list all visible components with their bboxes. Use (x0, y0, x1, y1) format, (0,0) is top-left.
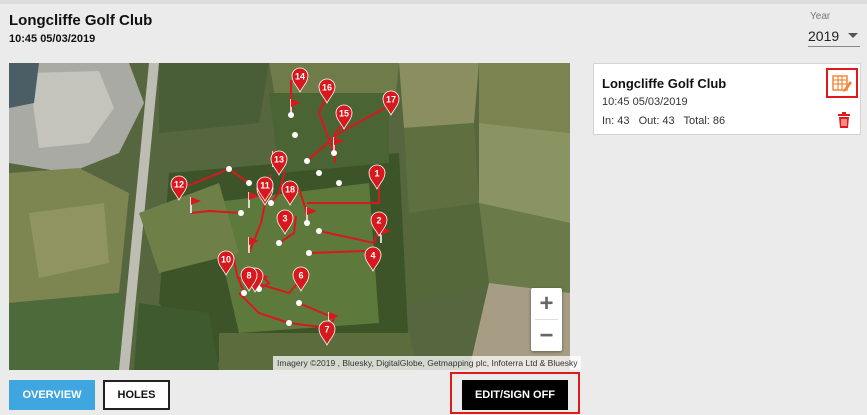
year-select[interactable]: 2019 (808, 25, 860, 47)
hole-number-label: 8 (246, 271, 251, 281)
hole-number-label: 6 (298, 271, 303, 281)
card-scores: In: 43 Out: 43 Total: 86 (602, 115, 731, 127)
top-bar (0, 0, 867, 4)
score-total: Total: 86 (683, 115, 726, 127)
score-in: In: 43 (602, 115, 630, 127)
zoom-out-button[interactable]: − (531, 320, 562, 351)
hole-number-label: 12 (174, 180, 184, 190)
hole-number-label: 13 (274, 155, 284, 165)
satellite-imagery: 123456789101112131415161718 (9, 63, 570, 370)
score-out: Out: 43 (638, 115, 675, 127)
hole-number-label: 15 (339, 109, 349, 119)
edit-scorecard-icon (832, 75, 852, 92)
zoom-in-button[interactable]: + (531, 288, 562, 319)
year-label: Year (810, 11, 831, 22)
hole-number-label: 2 (376, 216, 381, 226)
hole-number-label: 1 (374, 169, 379, 179)
hole-number-label: 10 (221, 255, 231, 265)
zoom-control: + − (531, 288, 562, 351)
edit-sign-off-button[interactable]: EDIT/SIGN OFF (462, 380, 568, 410)
hole-number-label: 3 (282, 214, 287, 224)
hole-number-label: 17 (386, 95, 396, 105)
map-attribution: Imagery ©2019 , Bluesky, DigitalGlobe, G… (273, 356, 582, 370)
year-value: 2019 (808, 27, 840, 44)
round-card: Longcliffe Golf Club 10:45 05/03/2019 In… (593, 63, 861, 135)
hole-number-label: 16 (322, 83, 332, 93)
hole-number-label: 4 (370, 251, 375, 261)
holes-button[interactable]: HOLES (103, 380, 170, 410)
caret-down-icon (848, 33, 858, 38)
edit-scorecard-button[interactable] (826, 68, 858, 98)
hole-number-label: 7 (324, 325, 329, 335)
course-map[interactable]: 123456789101112131415161718 + − (9, 63, 570, 370)
page-title: Longcliffe Golf Club (9, 12, 153, 29)
trash-icon[interactable] (837, 112, 851, 128)
hole-number-label: 11 (260, 181, 270, 191)
hole-number-label: 14 (295, 72, 305, 82)
card-title: Longcliffe Golf Club (602, 76, 727, 91)
card-datetime: 10:45 05/03/2019 (602, 96, 688, 108)
hole-number-label: 18 (285, 185, 295, 195)
overview-button[interactable]: OVERVIEW (9, 380, 95, 410)
page-datetime: 10:45 05/03/2019 (9, 33, 96, 45)
